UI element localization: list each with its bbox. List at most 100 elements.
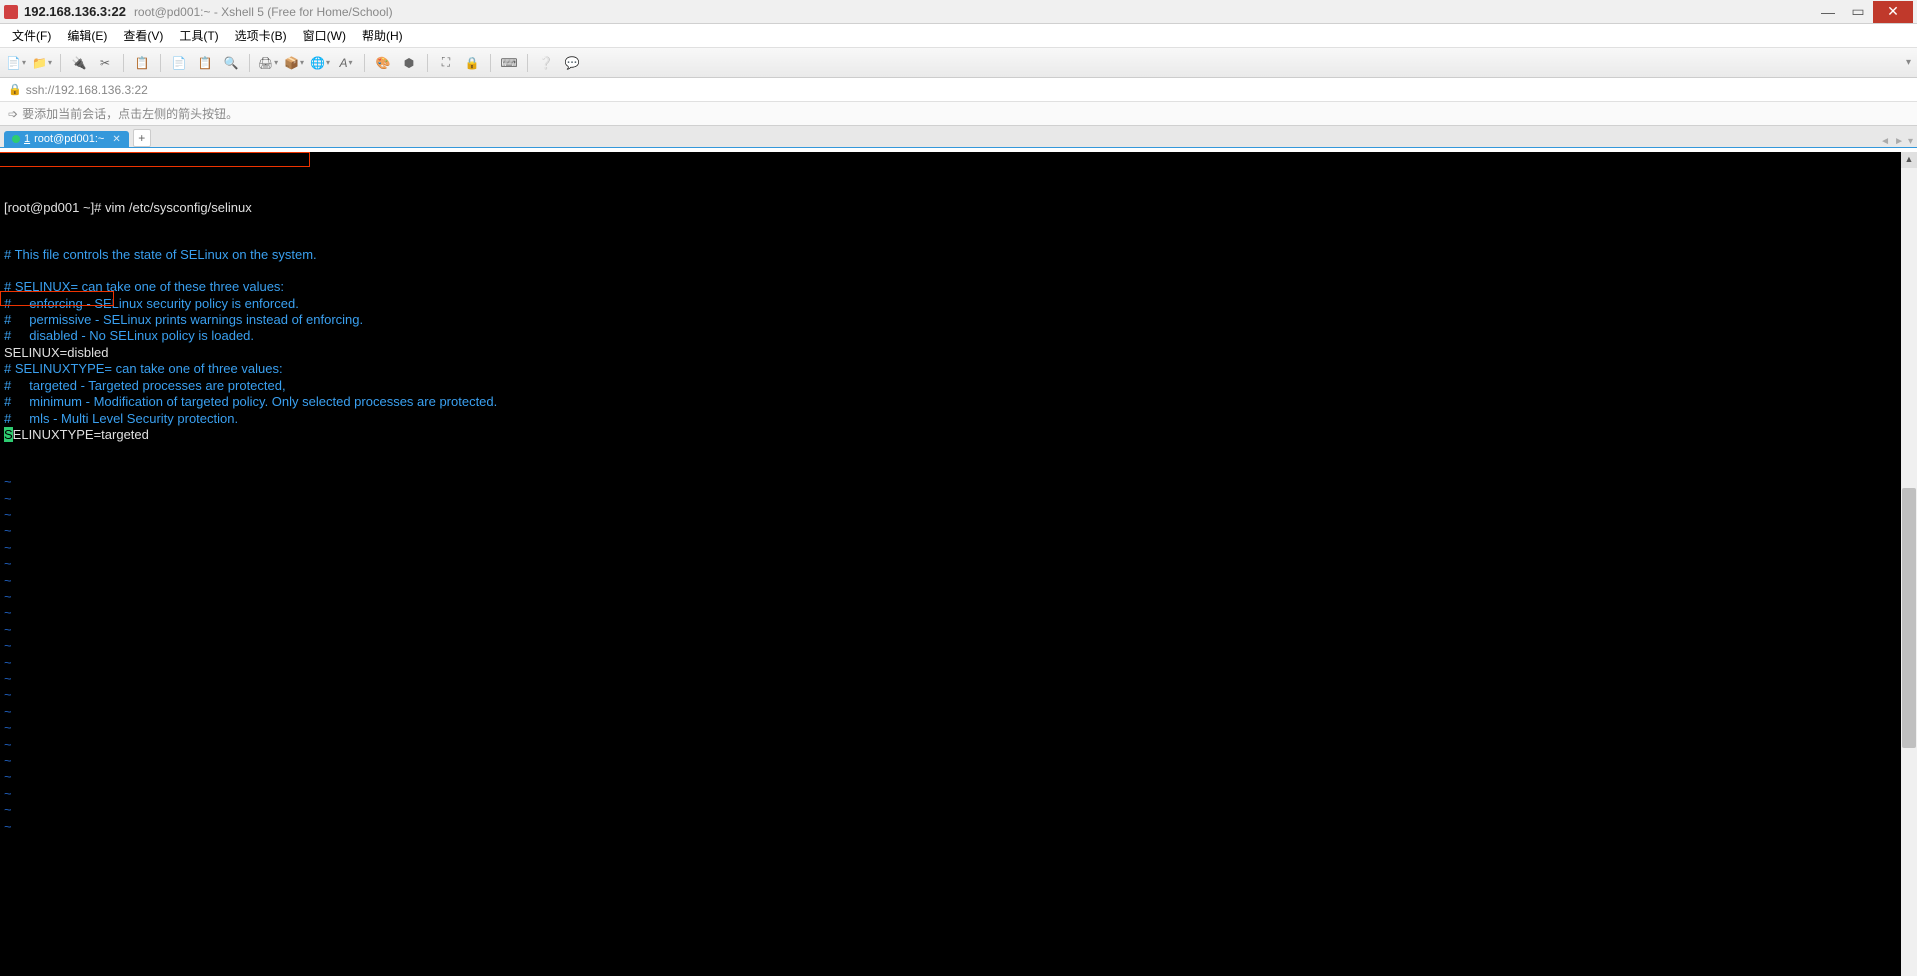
separator	[364, 54, 365, 72]
add-tab-button[interactable]: +	[133, 129, 151, 147]
reconnect-icon[interactable]: 🔌	[69, 53, 89, 73]
vim-tilde: ~	[4, 474, 12, 489]
terminal[interactable]: [root@pd001 ~]# vim /etc/sysconfig/selin…	[0, 152, 1917, 976]
vim-tilde: ~	[4, 622, 12, 637]
scroll-up-icon[interactable]: ▲	[1901, 152, 1917, 168]
window-controls: — ▭ ✕	[1813, 1, 1913, 23]
tab-list-icon[interactable]: ▾	[1908, 136, 1913, 147]
separator	[249, 54, 250, 72]
vim-tilde: ~	[4, 687, 12, 702]
comment-line: # minimum - Modification of targeted pol…	[4, 394, 497, 409]
tab-close-icon[interactable]: ✕	[112, 134, 120, 145]
copy-icon[interactable]: 📄	[169, 53, 189, 73]
comment-line: # permissive - SELinux prints warnings i…	[4, 312, 363, 327]
vim-tilde: ~	[4, 786, 12, 801]
color-icon[interactable]: 🎨	[373, 53, 393, 73]
transfer-icon[interactable]: 📦	[284, 53, 304, 73]
hintbar: ➩ 要添加当前会话，点击左侧的箭头按钮。	[0, 102, 1917, 126]
vim-tilde: ~	[4, 589, 12, 604]
titlebar: 192.168.136.3:22 root@pd001:~ - Xshell 5…	[0, 0, 1917, 24]
tab-prev-icon[interactable]: ◄	[1880, 136, 1890, 147]
find-icon[interactable]: 🔍	[221, 53, 241, 73]
highlight-icon[interactable]: ⬢	[399, 53, 419, 73]
addressbar: 🔒 ssh://192.168.136.3:22	[0, 78, 1917, 102]
vim-tilde: ~	[4, 802, 12, 817]
vim-tilde: ~	[4, 769, 12, 784]
vim-tilde: ~	[4, 605, 12, 620]
comment-line: # SELINUX= can take one of these three v…	[4, 279, 284, 294]
separator	[123, 54, 124, 72]
globe-icon[interactable]: 🌐	[310, 53, 330, 73]
hint-text: 要添加当前会话，点击左侧的箭头按钮。	[22, 105, 238, 122]
comment-line: # disabled - No SELinux policy is loaded…	[4, 328, 254, 343]
prompt: [root@pd001 ~]#	[4, 200, 105, 215]
properties-icon[interactable]: 📋	[132, 53, 152, 73]
tab-next-icon[interactable]: ►	[1894, 136, 1904, 147]
menu-tools[interactable]: 工具(T)	[175, 25, 222, 46]
lock-icon[interactable]: 🔒	[462, 53, 482, 73]
menu-help[interactable]: 帮助(H)	[358, 25, 407, 46]
chat-icon[interactable]: 💬	[562, 53, 582, 73]
session-tab[interactable]: 1 root@pd001:~ ✕	[4, 131, 129, 147]
vim-tilde: ~	[4, 638, 12, 653]
vim-tilde: ~	[4, 737, 12, 752]
vim-tilde: ~	[4, 556, 12, 571]
maximize-button[interactable]: ▭	[1843, 1, 1873, 23]
close-button[interactable]: ✕	[1873, 1, 1913, 23]
comment-line: # This file controls the state of SELinu…	[4, 247, 317, 262]
vim-tilde: ~	[4, 720, 12, 735]
separator	[490, 54, 491, 72]
vim-tilde: ~	[4, 655, 12, 670]
toolbar-overflow[interactable]: ▾	[1906, 57, 1911, 68]
separator	[60, 54, 61, 72]
menu-window[interactable]: 窗口(W)	[299, 25, 350, 46]
keyboard-icon[interactable]: ⌨	[499, 53, 519, 73]
vim-tilde: ~	[4, 704, 12, 719]
vim-tilde: ~	[4, 753, 12, 768]
address-url[interactable]: ssh://192.168.136.3:22	[26, 83, 148, 97]
vim-tilde: ~	[4, 523, 12, 538]
vim-tilde: ~	[4, 491, 12, 506]
vim-tilde: ~	[4, 573, 12, 588]
comment-line: # SELINUXTYPE= can take one of three val…	[4, 361, 283, 376]
status-dot-icon	[12, 135, 20, 143]
toolbar: 📄 📁 🔌 ✂ 📋 📄 📋 🔍 🖨 📦 🌐 A 🎨 ⬢ ⛶ 🔒 ⌨ ❔ 💬 ▾	[0, 48, 1917, 78]
separator	[527, 54, 528, 72]
comment-line: # mls - Multi Level Security protection.	[4, 411, 238, 426]
lock-small-icon: 🔒	[8, 83, 22, 96]
tabstrip-nav: ◄ ► ▾	[1880, 136, 1913, 147]
title-rest: root@pd001:~ - Xshell 5 (Free for Home/S…	[134, 5, 393, 19]
disconnect-icon[interactable]: ✂	[95, 53, 115, 73]
font-icon[interactable]: A	[336, 53, 356, 73]
menu-tabs[interactable]: 选项卡(B)	[231, 25, 291, 46]
config-line: SELINUX=disbled	[4, 345, 108, 360]
new-session-icon[interactable]: 📄	[6, 53, 26, 73]
minimize-button[interactable]: —	[1813, 1, 1843, 23]
fullscreen-icon[interactable]: ⛶	[436, 53, 456, 73]
highlight-box-1	[0, 152, 310, 167]
scroll-thumb[interactable]	[1902, 488, 1916, 748]
scrollbar[interactable]: ▲	[1901, 152, 1917, 976]
comment-line: # enforcing - SELinux security policy is…	[4, 296, 299, 311]
command: vim /etc/sysconfig/selinux	[105, 200, 252, 215]
hint-arrow-icon[interactable]: ➩	[8, 107, 18, 121]
print-icon[interactable]: 🖨	[258, 53, 278, 73]
vim-tilde: ~	[4, 507, 12, 522]
help-icon[interactable]: ❔	[536, 53, 556, 73]
menu-file[interactable]: 文件(F)	[8, 25, 55, 46]
open-folder-icon[interactable]: 📁	[32, 53, 52, 73]
tabstrip: 1 root@pd001:~ ✕ + ◄ ► ▾	[0, 126, 1917, 148]
comment-line: # targeted - Targeted processes are prot…	[4, 378, 286, 393]
scroll-track[interactable]	[1901, 168, 1917, 976]
separator	[427, 54, 428, 72]
separator	[160, 54, 161, 72]
menu-edit[interactable]: 编辑(E)	[63, 25, 111, 46]
menubar: 文件(F) 编辑(E) 查看(V) 工具(T) 选项卡(B) 窗口(W) 帮助(…	[0, 24, 1917, 48]
cursor: S	[4, 427, 13, 442]
title-ip: 192.168.136.3:22	[24, 4, 126, 19]
vim-tilde: ~	[4, 540, 12, 555]
menu-view[interactable]: 查看(V)	[119, 25, 167, 46]
paste-icon[interactable]: 📋	[195, 53, 215, 73]
app-icon	[4, 5, 18, 19]
config-line: ELINUXTYPE=targeted	[13, 427, 149, 442]
